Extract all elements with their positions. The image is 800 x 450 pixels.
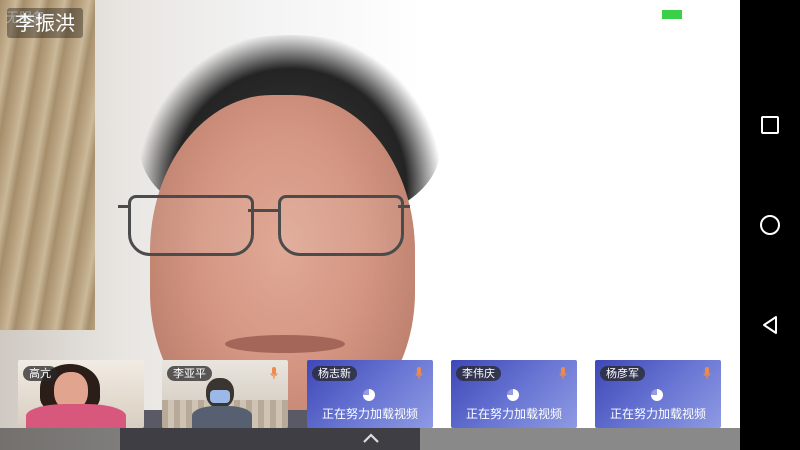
participant-tile[interactable]: 杨彦军 正在努力加载视频 — [595, 360, 721, 428]
background-curtain — [0, 0, 95, 330]
loading-spinner-icon — [507, 389, 519, 401]
clock-time: 10:26 — [689, 6, 730, 22]
back-triangle-icon[interactable] — [758, 313, 782, 337]
battery-percent: 99% — [622, 6, 654, 22]
mic-icon[interactable] — [703, 367, 711, 380]
location-icon — [564, 7, 575, 21]
mic-icon[interactable] — [415, 367, 423, 380]
participant-name: 李伟庆 — [456, 366, 501, 381]
participant-clothing — [192, 406, 252, 428]
loading-text: 正在努力加载视频 — [465, 407, 562, 421]
headset-icon — [543, 8, 556, 20]
mic-icon[interactable] — [270, 367, 278, 380]
wifi-icon — [582, 9, 597, 20]
participant-name: 杨志新 — [312, 366, 357, 381]
sim-icon — [604, 7, 616, 21]
battery-icon — [659, 7, 684, 21]
participant-name: 高亢 — [23, 366, 57, 381]
speaker-name-tag: 李振洪 — [7, 8, 83, 38]
status-bar: 无服务 99% 10:26 — [0, 0, 740, 30]
participant-tile[interactable]: 李伟庆 正在努力加载视频 — [451, 360, 577, 428]
recents-square-icon[interactable] — [758, 113, 782, 137]
chevron-up-icon[interactable] — [362, 432, 380, 444]
speaker-mouth — [225, 335, 345, 353]
home-circle-icon[interactable] — [758, 213, 782, 237]
participant-name: 李亚平 — [167, 366, 212, 381]
loading-spinner-icon — [363, 389, 375, 401]
loading-text: 正在努力加载视频 — [609, 407, 706, 421]
participant-tile[interactable]: 李亚平 — [162, 360, 288, 428]
mic-icon[interactable] — [559, 367, 567, 380]
loading-text: 正在努力加载视频 — [321, 407, 418, 421]
speaker-glasses — [118, 195, 410, 257]
participant-tile[interactable]: 高亢 — [18, 360, 144, 428]
loading-spinner-icon — [651, 389, 663, 401]
participant-tile[interactable]: 杨志新 正在努力加载视频 — [307, 360, 433, 428]
system-nav-bar — [740, 0, 800, 450]
participant-clothing — [26, 404, 126, 428]
participant-name: 杨彦军 — [600, 366, 645, 381]
face-mask — [210, 390, 230, 403]
